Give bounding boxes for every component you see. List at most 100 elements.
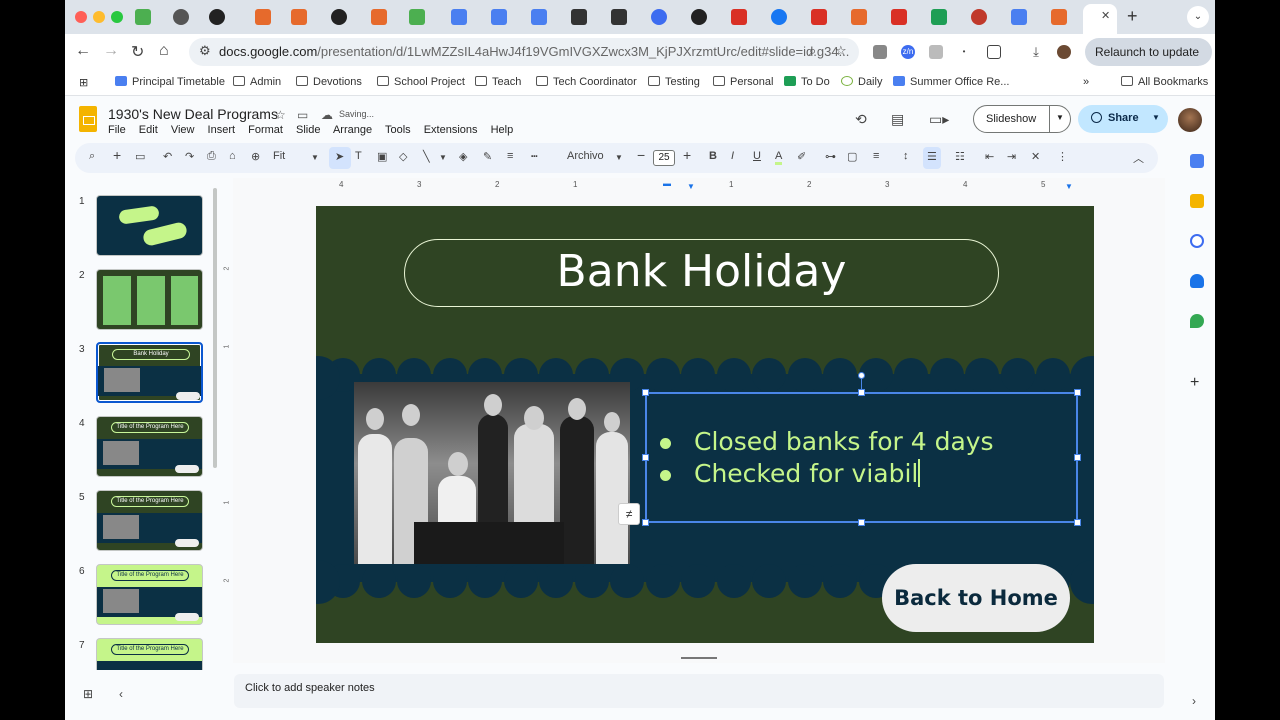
slide-thumbnail-3[interactable]: Bank Holiday (96, 342, 203, 403)
slide-thumbnail-2[interactable] (96, 269, 203, 330)
chevron-down-icon[interactable]: ▼ (1152, 113, 1160, 122)
show-side-panel-icon[interactable]: › (1192, 694, 1196, 708)
star-icon[interactable]: ☆ (275, 108, 286, 122)
speaker-notes[interactable]: Click to add speaker notes (234, 674, 1164, 708)
docs-tab-icon[interactable] (531, 9, 547, 25)
keep-icon[interactable] (1190, 194, 1204, 208)
facebook-tab-icon[interactable] (771, 9, 787, 25)
bookmark-star-icon[interactable]: ☆ (835, 43, 847, 59)
site-info-icon[interactable]: ⚙ (199, 43, 211, 59)
download-icon[interactable]: ⤓ (1029, 45, 1043, 59)
tab-icon[interactable] (691, 9, 707, 25)
forward-icon[interactable]: → (103, 42, 119, 60)
right-indent-marker[interactable]: ▼ (1065, 182, 1073, 191)
chevron-down-icon[interactable]: ▼ (311, 153, 319, 162)
filmstrip-scrollbar[interactable] (213, 188, 217, 468)
bookmark-item[interactable]: Daily (841, 76, 882, 88)
chevron-down-icon[interactable]: ▼ (1056, 113, 1064, 122)
more-options-icon[interactable]: ⋮ (1057, 150, 1068, 163)
font-select[interactable]: Archivo (567, 150, 604, 162)
increase-font-size-icon[interactable]: + (683, 147, 691, 163)
docs-tab-icon[interactable] (491, 9, 507, 25)
line-spacing-icon[interactable]: ↕ (903, 150, 909, 162)
border-dash-icon[interactable]: ┅ (531, 150, 538, 163)
zoom-icon[interactable]: ⊕ (251, 150, 260, 163)
tab-icon[interactable] (931, 9, 947, 25)
menu-edit[interactable]: Edit (139, 124, 158, 136)
bold-icon[interactable]: B (709, 150, 717, 162)
menu-insert[interactable]: Insert (208, 124, 236, 136)
slide-title[interactable]: Bank Holiday (404, 246, 999, 297)
slide-thumbnail-5[interactable]: Title of the Program Here (96, 490, 203, 551)
menu-slide[interactable]: Slide (296, 124, 320, 136)
relaunch-button[interactable]: Relaunch to update (1085, 38, 1212, 66)
menu-format[interactable]: Format (248, 124, 283, 136)
tab-icon[interactable] (971, 9, 987, 25)
slide-thumbnail-7[interactable]: Title of the Program Here (96, 638, 203, 670)
back-icon[interactable]: ← (75, 42, 91, 60)
resize-handle[interactable] (1074, 519, 1081, 526)
resize-handle[interactable] (1074, 454, 1081, 461)
extension-icon[interactable] (873, 45, 887, 59)
menu-help[interactable]: Help (491, 124, 514, 136)
resize-handle[interactable] (858, 519, 865, 526)
resize-handle[interactable] (858, 389, 865, 396)
historical-photo[interactable] (354, 382, 630, 564)
more-bookmarks-icon[interactable]: » (1083, 76, 1089, 88)
docs-tab-icon[interactable] (451, 9, 467, 25)
layout-icon[interactable]: ▭ (135, 150, 145, 163)
bookmark-folder[interactable]: Devotions (296, 76, 362, 88)
close-tab-icon[interactable]: ✕ (1101, 9, 1110, 22)
collapse-filmstrip-icon[interactable]: ‹ (119, 687, 123, 701)
menu-tools[interactable]: Tools (385, 124, 411, 136)
share-button[interactable]: Share ▼ (1078, 105, 1168, 133)
comments-icon[interactable]: ▤ (891, 111, 904, 128)
undo-icon[interactable]: ↶ (163, 150, 172, 163)
address-bar[interactable]: ⚙ docs.google.com/presentation/d/1LwMZZs… (189, 38, 859, 66)
version-history-icon[interactable]: ⟲ (855, 111, 867, 128)
rotate-handle[interactable] (858, 372, 865, 379)
slide-thumbnail-4[interactable]: Title of the Program Here (96, 416, 203, 477)
doc-title[interactable]: 1930's New Deal Programs (108, 106, 278, 122)
text-color-icon[interactable]: A (775, 150, 783, 165)
text-box-selection[interactable] (645, 392, 1078, 523)
add-comment-icon[interactable]: ▢ (847, 150, 857, 163)
close-window-icon[interactable] (75, 11, 87, 23)
font-size-input[interactable]: 25 (653, 150, 675, 166)
extension-icon[interactable]: • (957, 45, 971, 59)
grid-view-icon[interactable]: ⊞ (83, 687, 93, 701)
tasks-icon[interactable] (1190, 234, 1204, 248)
reload-icon[interactable]: ↻ (131, 42, 144, 62)
indent-marker[interactable]: ▼ (687, 182, 695, 191)
chevron-down-icon[interactable]: ▼ (439, 153, 447, 162)
print-icon[interactable]: ⎙ (207, 150, 216, 163)
calendar-icon[interactable] (1190, 154, 1204, 168)
new-slide-icon[interactable]: + (113, 147, 121, 163)
line-icon[interactable]: ╲ (423, 150, 430, 163)
paint-format-icon[interactable]: ⌂ (229, 150, 236, 162)
gmail-tab-icon[interactable] (731, 9, 747, 25)
maximize-window-icon[interactable] (111, 11, 123, 23)
tab-icon[interactable] (1051, 9, 1067, 25)
highlight-color-icon[interactable]: ✐ (797, 150, 806, 163)
tab-icon[interactable] (209, 9, 225, 25)
clear-formatting-icon[interactable]: ✕ (1031, 150, 1040, 163)
meet-camera-icon[interactable]: ▭▸ (929, 111, 949, 128)
chevron-down-icon[interactable]: ▼ (615, 153, 623, 162)
image-icon[interactable]: ▣ (377, 150, 387, 163)
search-menus-icon[interactable]: ⌕ (89, 150, 95, 163)
zoom-search-icon[interactable]: ⌕ (809, 43, 816, 59)
tab-icon[interactable] (331, 9, 347, 25)
bookmark-folder[interactable]: Testing (648, 76, 700, 88)
maps-icon[interactable] (1190, 314, 1204, 328)
tab-icon[interactable] (571, 9, 587, 25)
tab-icon[interactable] (173, 9, 189, 25)
fill-color-icon[interactable]: ◈ (459, 150, 467, 163)
bookmark-folder[interactable]: Tech Coordinator (536, 76, 637, 88)
tab-icon[interactable] (291, 9, 307, 25)
contacts-icon[interactable] (1190, 274, 1204, 288)
resize-handle[interactable] (642, 519, 649, 526)
italic-icon[interactable]: I (731, 150, 734, 162)
bookmark-folder[interactable]: Admin (233, 76, 281, 88)
increase-indent-icon[interactable]: ⇥ (1007, 150, 1016, 163)
